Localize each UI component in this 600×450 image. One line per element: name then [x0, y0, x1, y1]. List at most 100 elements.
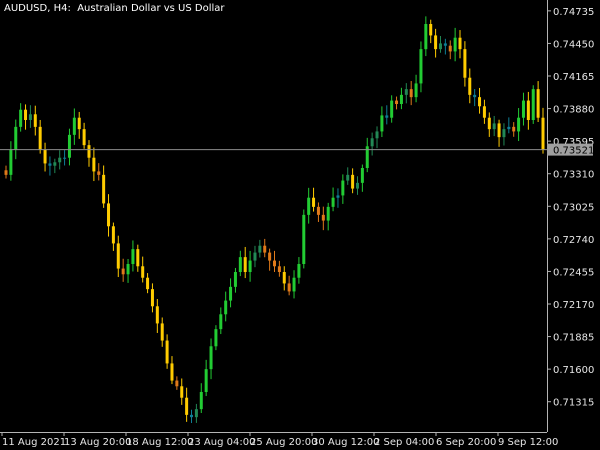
candle-body: [360, 168, 364, 183]
candle-body: [399, 94, 403, 104]
candle-body: [53, 162, 57, 166]
candle-body: [273, 260, 276, 267]
candle-body: [9, 149, 13, 175]
candle-body: [326, 206, 330, 221]
candle-body: [482, 106, 486, 118]
candle-body: [375, 131, 379, 139]
candle-body: [419, 49, 423, 84]
candle-body: [204, 369, 208, 392]
candle-body: [321, 214, 325, 221]
candle-body: [170, 363, 174, 381]
candle-body: [67, 134, 71, 158]
candle-body: [175, 380, 179, 387]
candle-body: [458, 37, 462, 50]
candle-body: [121, 268, 125, 275]
candle-body: [307, 197, 311, 215]
candle-body: [209, 346, 213, 370]
candle-body: [424, 24, 428, 50]
candle-body: [536, 89, 540, 118]
y-tick-label: 0.73025: [553, 202, 594, 213]
x-tick-label: 11 Aug 2021: [2, 437, 66, 448]
x-tick-label: 23 Aug 04:00: [188, 437, 255, 448]
candle-body: [258, 245, 262, 253]
candle-body: [19, 109, 23, 127]
candle-body: [233, 272, 237, 287]
candle-body: [190, 414, 194, 418]
candle-body: [351, 174, 355, 189]
candle-body: [463, 49, 467, 78]
x-tick-label: 30 Aug 12:00: [312, 437, 379, 448]
candle-body: [48, 163, 52, 166]
candle-body: [277, 266, 281, 272]
candle-body: [521, 100, 525, 118]
candle-body: [502, 129, 506, 138]
y-tick-label: 0.73880: [553, 105, 594, 116]
candle-body: [165, 340, 169, 364]
candle-body: [253, 252, 257, 261]
candle-body: [136, 249, 140, 267]
candle-body: [385, 115, 389, 118]
chart-window: AUDUSD, H4: Australian Dollar vs US Doll…: [0, 0, 600, 450]
candle-body: [292, 277, 296, 292]
y-tick-label: 0.74165: [553, 72, 594, 83]
candle-body: [453, 37, 457, 52]
candle-body: [443, 43, 447, 46]
candle-body: [487, 117, 491, 130]
candle-body: [131, 249, 135, 264]
candle-body: [111, 226, 115, 244]
candle-body: [517, 117, 521, 132]
y-tick-label: 0.72455: [553, 267, 594, 278]
y-tick-label: 0.74735: [553, 7, 594, 18]
candle-body: [492, 123, 496, 130]
candle-body: [316, 206, 320, 215]
candle-body: [24, 109, 28, 120]
candle-body: [224, 300, 228, 315]
candle-body: [395, 100, 399, 104]
x-tick-label: 6 Sep 20:00: [436, 437, 496, 448]
candle-body: [341, 180, 345, 196]
candle-body: [268, 252, 272, 261]
y-tick-label: 0.73310: [553, 170, 594, 181]
candle-body: [58, 157, 62, 163]
candle-body: [38, 126, 42, 150]
candle-body: [97, 171, 101, 175]
candle-body: [219, 314, 223, 330]
candle-body: [287, 283, 291, 292]
candle-body: [355, 182, 359, 189]
x-tick-label: 2 Sep 04:00: [374, 437, 434, 448]
candle-body: [473, 94, 477, 98]
candle-body: [468, 77, 472, 95]
candle-body: [404, 89, 408, 95]
candle-body: [155, 306, 159, 324]
candle-body: [507, 126, 511, 130]
y-tick-label: 0.71885: [553, 333, 594, 344]
candle-body: [243, 257, 247, 272]
candle-body: [92, 157, 96, 172]
candle-body: [87, 145, 91, 158]
candle-body: [282, 272, 286, 284]
candle-body: [434, 35, 438, 50]
candle-body: [541, 117, 545, 150]
candle-body: [116, 243, 120, 269]
candle-body: [409, 89, 413, 98]
candle-body: [370, 138, 374, 147]
candle-body: [448, 45, 452, 52]
y-tick-label: 0.74450: [553, 39, 594, 50]
candle-body: [414, 83, 418, 98]
candlestick-chart[interactable]: 0.747350.744500.741650.738800.735950.733…: [0, 0, 600, 450]
candle-body: [478, 97, 482, 107]
candle-body: [4, 170, 8, 175]
candle-body: [43, 149, 47, 164]
candle-body: [302, 214, 306, 264]
candle-body: [438, 43, 442, 50]
x-tick-label: 25 Aug 20:00: [250, 437, 317, 448]
candle-body: [248, 260, 252, 272]
candle-body: [141, 266, 145, 278]
candle-body: [185, 397, 189, 415]
x-tick-label: 13 Aug 20:00: [64, 437, 131, 448]
candle-body: [63, 157, 67, 159]
y-tick-label: 0.72170: [553, 300, 594, 311]
candle-body: [150, 289, 154, 307]
candle-body: [512, 126, 516, 132]
candle-body: [199, 392, 203, 410]
